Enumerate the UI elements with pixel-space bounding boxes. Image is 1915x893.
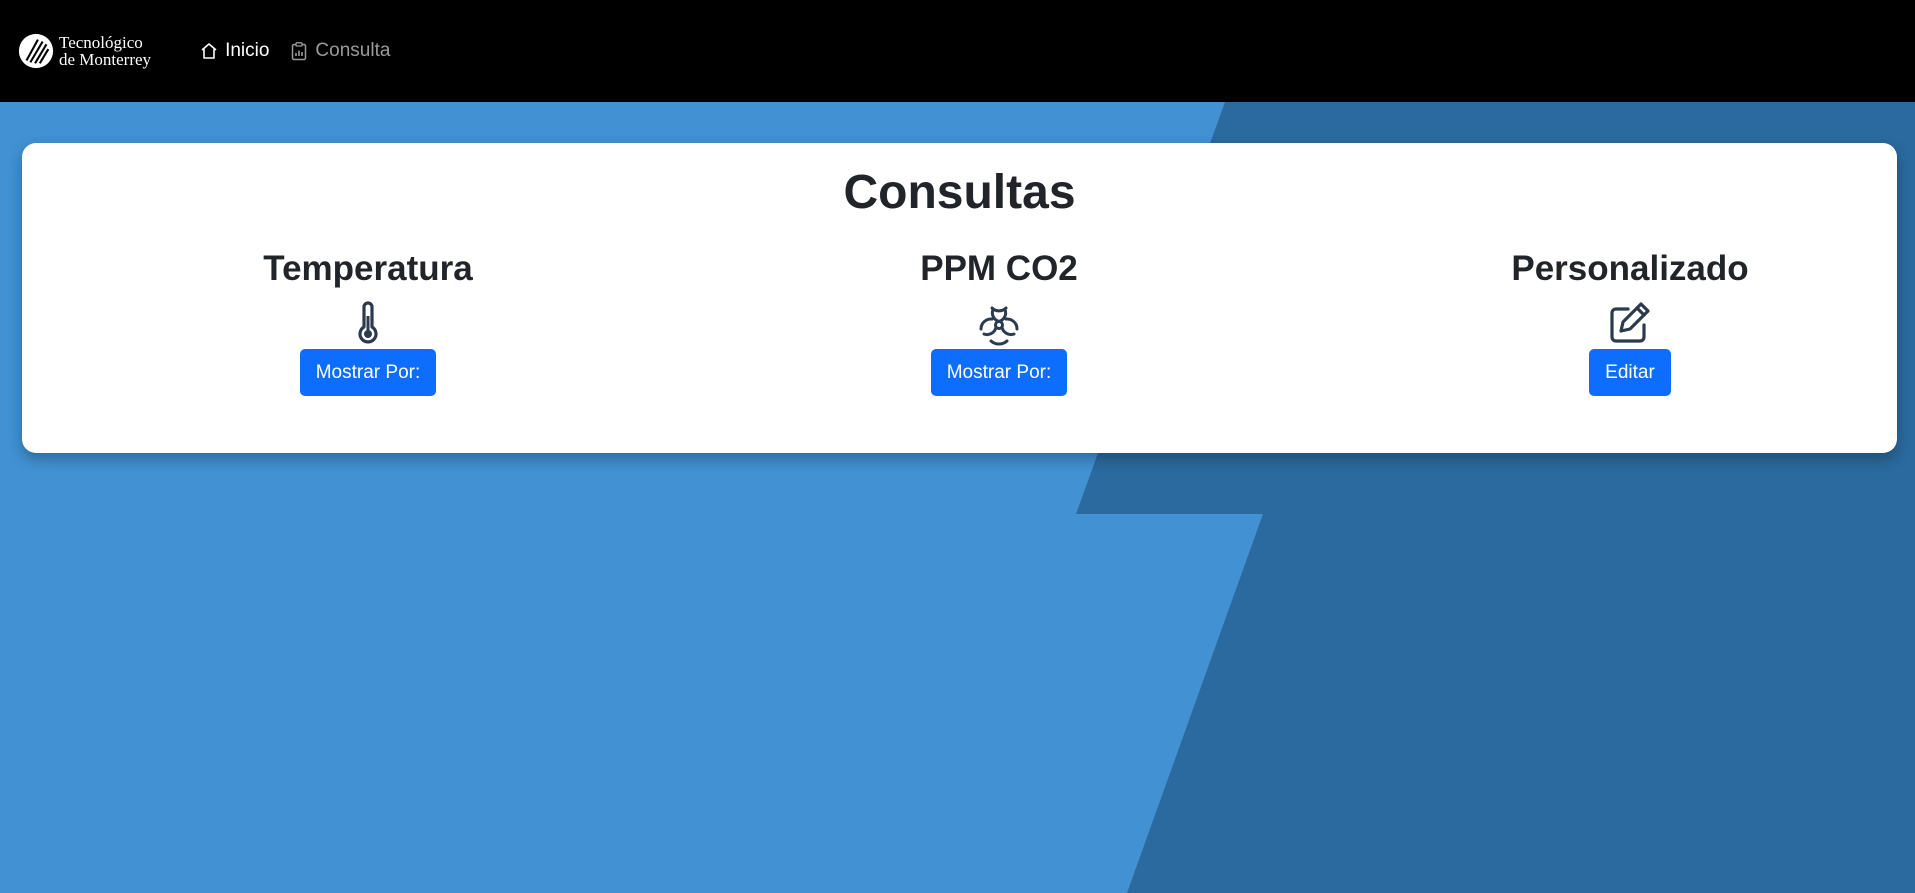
house-icon (199, 41, 219, 61)
option-title: Temperatura (263, 249, 473, 288)
brand-line-2: de Monterrey (59, 50, 152, 69)
page-title: Consultas (843, 166, 1076, 219)
pencil-square-icon (1606, 299, 1654, 347)
personalizado-edit-button[interactable]: Editar (1589, 349, 1671, 396)
brand-home-link[interactable]: Tecnológico de Monterrey (17, 32, 151, 70)
option-ppm-co2: PPM CO2 Mostrar Por: (799, 249, 1199, 396)
top-navbar: Tecnológico de Monterrey Inicio Consulta (0, 0, 1915, 102)
temperatura-show-by-button[interactable]: Mostrar Por: (299, 349, 437, 396)
option-temperatura: Temperatura Mostrar Por: (168, 249, 568, 396)
nav-item-inicio[interactable]: Inicio (199, 40, 269, 62)
brand-name: Tecnológico de Monterrey (59, 34, 151, 68)
thermometer-icon (344, 299, 392, 347)
ppm-co2-show-by-button[interactable]: Mostrar Por: (930, 349, 1068, 396)
nav-item-label: Consulta (315, 40, 391, 61)
main-nav: Inicio Consulta (199, 40, 410, 62)
brand-line-1: Tecnológico (59, 33, 143, 52)
consultas-card: Consultas Temperatura Mostrar Por: PPM C… (22, 143, 1897, 453)
option-title: Personalizado (1511, 249, 1749, 288)
nav-item-label: Inicio (225, 40, 270, 61)
option-personalizado: Personalizado Editar (1430, 249, 1830, 396)
clipboard-chart-icon (289, 41, 309, 61)
biohazard-icon (975, 299, 1023, 347)
nav-item-consulta[interactable]: Consulta (289, 40, 390, 62)
tec-logo-icon (18, 33, 54, 69)
option-title: PPM CO2 (920, 249, 1078, 288)
